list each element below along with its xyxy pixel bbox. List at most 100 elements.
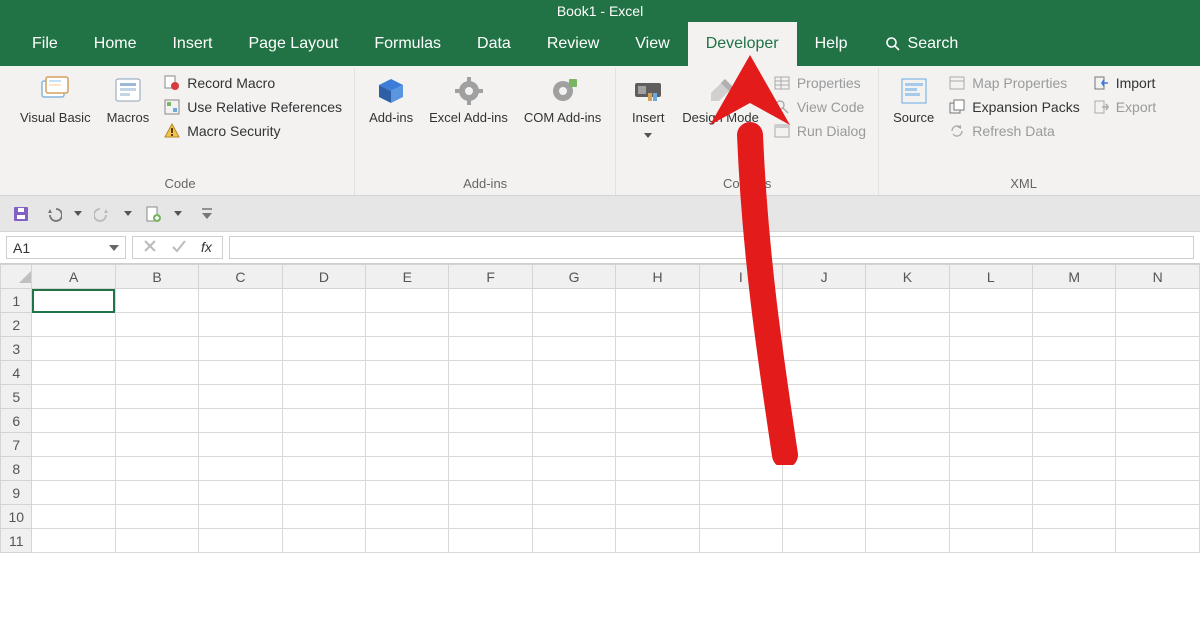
cell[interactable] [866,409,949,433]
cell[interactable] [1116,433,1200,457]
cell[interactable] [1032,457,1115,481]
cell[interactable] [199,385,282,409]
column-header[interactable]: H [616,265,699,289]
cell[interactable] [32,337,115,361]
cell[interactable] [282,457,365,481]
cell[interactable] [282,409,365,433]
cell[interactable] [616,361,699,385]
import-button[interactable]: Import [1088,72,1160,94]
cell[interactable] [866,529,949,553]
column-header[interactable]: L [949,265,1032,289]
cell[interactable] [1116,289,1200,313]
cell[interactable] [866,313,949,337]
cell[interactable] [115,409,198,433]
cell[interactable] [1032,481,1115,505]
record-macro-button[interactable]: Record Macro [159,72,346,94]
tab-data[interactable]: Data [459,22,529,66]
tab-search[interactable]: Search [866,22,977,66]
cell[interactable] [366,361,449,385]
insert-controls-button[interactable]: Insert [624,72,672,143]
cell[interactable] [1116,505,1200,529]
cell[interactable] [115,505,198,529]
expansion-packs-button[interactable]: Expansion Packs [944,96,1083,118]
cell[interactable] [949,385,1032,409]
cell[interactable] [366,433,449,457]
cell[interactable] [1116,361,1200,385]
cell[interactable] [366,385,449,409]
cell[interactable] [866,433,949,457]
macros-button[interactable]: Macros [101,72,156,128]
cell[interactable] [199,457,282,481]
qat-customize-button[interactable] [196,203,218,225]
cell[interactable] [866,457,949,481]
cell[interactable] [616,481,699,505]
cell[interactable] [949,289,1032,313]
cell[interactable] [115,457,198,481]
cell[interactable] [532,529,615,553]
cell[interactable] [1116,313,1200,337]
cell[interactable] [282,337,365,361]
column-header[interactable]: D [282,265,365,289]
cell[interactable] [699,505,782,529]
cell[interactable] [532,505,615,529]
row-header[interactable]: 7 [1,433,32,457]
cell[interactable] [449,289,532,313]
cell[interactable] [1032,433,1115,457]
cell[interactable] [282,385,365,409]
cell[interactable] [949,481,1032,505]
cell[interactable] [449,481,532,505]
cell[interactable] [449,385,532,409]
tab-insert[interactable]: Insert [154,22,230,66]
cell[interactable] [532,481,615,505]
cell[interactable] [115,337,198,361]
cell[interactable] [532,457,615,481]
formula-input[interactable] [229,236,1194,259]
fx-button[interactable]: fx [201,239,212,257]
cell[interactable] [949,313,1032,337]
cell[interactable] [782,361,865,385]
cell[interactable] [782,313,865,337]
cell[interactable] [115,289,198,313]
cell[interactable] [949,457,1032,481]
excel-addins-button[interactable]: Excel Add-ins [423,72,514,128]
cell[interactable] [366,481,449,505]
column-header[interactable]: M [1032,265,1115,289]
cell[interactable] [616,385,699,409]
cell[interactable] [949,361,1032,385]
cell[interactable] [366,409,449,433]
macro-security-button[interactable]: Macro Security [159,120,346,142]
cell[interactable] [782,505,865,529]
visual-basic-button[interactable]: Visual Basic [14,72,97,128]
cell[interactable] [32,433,115,457]
cell[interactable] [366,529,449,553]
cell[interactable] [782,529,865,553]
cell[interactable] [1116,409,1200,433]
cell[interactable] [199,529,282,553]
cell[interactable] [949,529,1032,553]
cell[interactable] [1032,313,1115,337]
cancel-formula-icon[interactable] [143,239,157,256]
cell[interactable] [366,337,449,361]
cell[interactable] [1032,337,1115,361]
cell[interactable] [866,385,949,409]
cell[interactable] [616,505,699,529]
tab-file[interactable]: File [14,22,76,66]
redo-dropdown-icon[interactable] [124,211,132,216]
cell[interactable] [616,433,699,457]
row-header[interactable]: 5 [1,385,32,409]
cell[interactable] [532,409,615,433]
cell[interactable] [949,505,1032,529]
refresh-data-button[interactable]: Refresh Data [944,120,1083,142]
cell[interactable] [1116,529,1200,553]
cell[interactable] [532,337,615,361]
cell[interactable] [532,313,615,337]
cell[interactable] [616,313,699,337]
cell[interactable] [282,289,365,313]
cell[interactable] [32,313,115,337]
cell[interactable] [32,529,115,553]
undo-dropdown-icon[interactable] [74,211,82,216]
cell[interactable] [366,505,449,529]
cell[interactable] [699,385,782,409]
cell[interactable] [199,505,282,529]
column-header[interactable]: A [32,265,115,289]
